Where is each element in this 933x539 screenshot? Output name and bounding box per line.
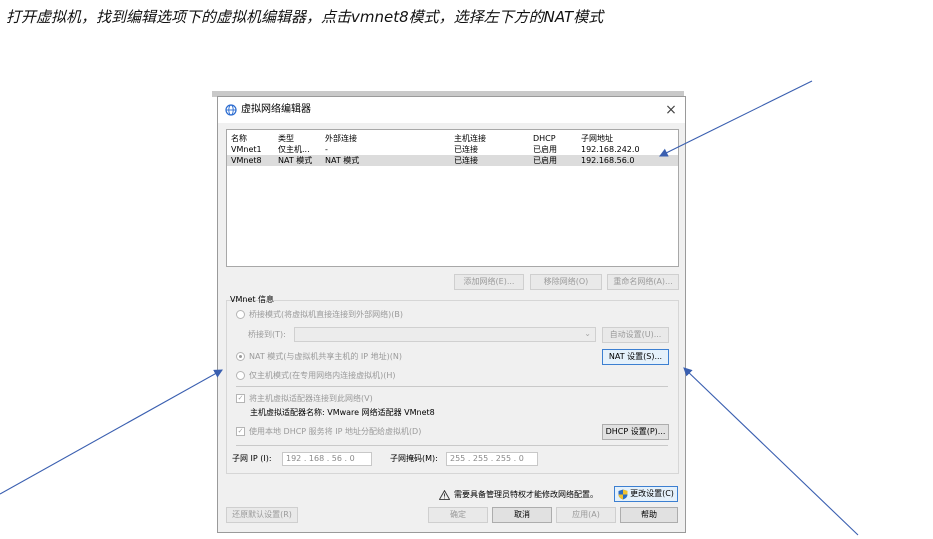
vmnet-info-label: VMnet 信息 xyxy=(230,295,275,304)
table-cell: 已连接 xyxy=(454,145,478,154)
table-cell: 192.168.242.0 xyxy=(581,145,640,154)
connect-adapter-label: 将主机虚拟适配器连接到此网络(V) xyxy=(249,394,373,403)
table-cell: 192.168.56.0 xyxy=(581,156,635,165)
column-header-host[interactable]: 主机连接 xyxy=(454,133,532,144)
bridge-to-label: 桥接到(T): xyxy=(248,330,286,339)
table-header-row: 名称 类型 外部连接 主机连接 DHCP 子网地址 xyxy=(227,133,678,144)
table-cell: VMnet1 xyxy=(231,145,262,154)
table-cell: 已启用 xyxy=(533,156,557,165)
dhcp-label: 使用本地 DHCP 服务将 IP 地址分配给虚拟机(D) xyxy=(249,427,422,436)
warning-icon xyxy=(439,490,450,500)
radio-circle[interactable] xyxy=(236,371,245,380)
arrow-to-nat-mode xyxy=(0,369,223,495)
admin-warning-text: 需要具备管理员特权才能修改网络配置。 xyxy=(454,490,598,499)
chevron-down-icon: ⌄ xyxy=(584,329,591,338)
host-only-label: 仅主机模式(在专用网络内连接虚拟机)(H) xyxy=(249,371,396,380)
column-header-name[interactable]: 名称 xyxy=(231,133,277,144)
rename-network-button[interactable]: 重命名网络(A)... xyxy=(607,274,679,290)
column-header-external[interactable]: 外部连接 xyxy=(325,133,453,144)
table-cell: NAT 模式 xyxy=(325,156,360,165)
table-cell: 已启用 xyxy=(533,145,557,154)
table-cell: 仅主机... xyxy=(278,145,310,154)
add-network-button[interactable]: 添加网络(E)... xyxy=(454,274,524,290)
cancel-button[interactable]: 取消 xyxy=(492,507,552,523)
ok-button[interactable]: 确定 xyxy=(428,507,488,523)
dialog-titlebar: 虚拟网络编辑器 × xyxy=(218,97,685,123)
dialog-title: 虚拟网络编辑器 xyxy=(241,104,311,115)
apply-button[interactable]: 应用(A) xyxy=(556,507,616,523)
column-header-subnet[interactable]: 子网地址 xyxy=(581,133,665,144)
table-cell: - xyxy=(325,145,328,154)
help-button[interactable]: 帮助 xyxy=(620,507,678,523)
restore-defaults-button[interactable]: 还原默认设置(R) xyxy=(226,507,298,523)
subnet-ip-input[interactable]: 192 . 168 . 56 . 0 xyxy=(282,452,372,466)
subnet-mask-label: 子网掩码(M): xyxy=(390,454,438,463)
close-icon[interactable]: × xyxy=(661,100,681,120)
adapter-name-text: 主机虚拟适配器名称: VMware 网络适配器 VMnet8 xyxy=(250,408,435,417)
table-row-vmnet1[interactable]: VMnet1 仅主机... - 已连接 已启用 192.168.242.0 xyxy=(227,144,678,155)
column-header-dhcp[interactable]: DHCP xyxy=(533,133,579,144)
instruction-text: 打开虚拟机，找到编辑选项下的虚拟机编辑器，点击vmnet8模式，选择左下方的NA… xyxy=(6,8,604,26)
bridged-mode-label: 桥接模式(将虚拟机直接连接到外部网络)(B) xyxy=(249,310,403,319)
remove-network-button[interactable]: 移除网络(O) xyxy=(530,274,602,290)
subnet-ip-label: 子网 IP (I): xyxy=(232,454,272,463)
checkmark-icon[interactable]: ✓ xyxy=(236,394,245,403)
divider xyxy=(236,445,668,446)
checkmark-icon[interactable]: ✓ xyxy=(236,427,245,436)
network-globe-icon xyxy=(225,104,237,116)
table-cell: 已连接 xyxy=(454,156,478,165)
auto-settings-button[interactable]: 自动设置(U)... xyxy=(602,327,669,343)
virtual-network-editor-dialog: 虚拟网络编辑器 × 名称 类型 外部连接 主机连接 DHCP 子网地址 VMne… xyxy=(217,96,686,533)
table-row-vmnet8[interactable]: VMnet8 NAT 模式 NAT 模式 已连接 已启用 192.168.56.… xyxy=(227,155,678,166)
subnet-mask-input[interactable]: 255 . 255 . 255 . 0 xyxy=(446,452,538,466)
arrow-to-nat-settings xyxy=(683,367,859,536)
admin-shield-icon xyxy=(618,489,628,500)
dhcp-settings-button[interactable]: DHCP 设置(P)... xyxy=(602,424,669,440)
change-settings-button[interactable]: 更改设置(C) xyxy=(614,486,678,502)
radio-circle-selected[interactable] xyxy=(236,352,245,361)
divider xyxy=(236,386,668,387)
column-header-type[interactable]: 类型 xyxy=(278,133,324,144)
network-table[interactable]: 名称 类型 外部连接 主机连接 DHCP 子网地址 VMnet1 仅主机... … xyxy=(226,129,679,267)
radio-circle[interactable] xyxy=(236,310,245,319)
nat-mode-label: NAT 模式(与虚拟机共享主机的 IP 地址)(N) xyxy=(249,352,403,361)
nat-settings-button[interactable]: NAT 设置(S)... xyxy=(602,349,669,365)
table-cell: VMnet8 xyxy=(231,156,262,165)
bridge-to-select[interactable]: ⌄ xyxy=(294,327,596,342)
table-cell: NAT 模式 xyxy=(278,156,313,165)
